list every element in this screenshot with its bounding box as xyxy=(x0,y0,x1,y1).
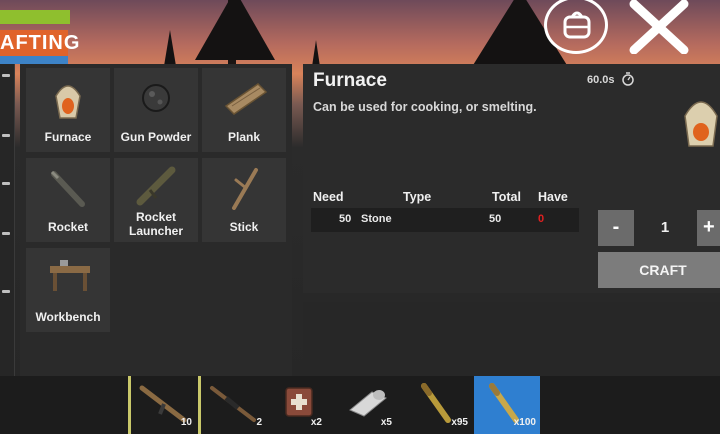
recipe-label: Stick xyxy=(229,220,259,234)
rocket-launcher-icon xyxy=(136,166,176,206)
recipe-slot-plank[interactable]: Plank xyxy=(202,68,286,152)
recipe-slot-furnace[interactable]: Furnace xyxy=(26,68,110,152)
workbench-icon xyxy=(50,260,90,291)
furnace-icon xyxy=(684,101,718,147)
recipe-detail-panel: Furnace Can be used for cooking, or smel… xyxy=(303,64,720,293)
stick-icon xyxy=(232,168,258,210)
hotbar-count: x100 xyxy=(513,417,536,428)
bandage-icon xyxy=(349,390,387,417)
recipe-label: Plank xyxy=(227,130,260,144)
category-column[interactable] xyxy=(0,64,15,376)
craft-button[interactable]: CRAFT xyxy=(598,252,720,288)
category-icon[interactable] xyxy=(2,74,10,77)
rocket-icon xyxy=(50,170,85,207)
craft-queue-panel xyxy=(303,302,720,376)
plank-icon xyxy=(224,83,268,115)
stopwatch-icon xyxy=(622,72,634,86)
medkit-icon xyxy=(285,387,313,417)
requirement-row: 50 Stone 50 0 xyxy=(311,208,579,232)
hotbar-count: 2 xyxy=(256,417,262,428)
quantity-value[interactable]: 1 xyxy=(653,219,677,236)
category-icon[interactable] xyxy=(2,232,10,235)
gunpowder-icon xyxy=(142,84,170,112)
hotbar-slot[interactable]: x5 xyxy=(338,376,406,434)
column-header-total: Total xyxy=(492,190,521,204)
tab-indicator xyxy=(0,56,68,64)
category-icon[interactable] xyxy=(2,290,10,293)
backpack-icon xyxy=(563,11,591,39)
bolt-rifle-icon xyxy=(210,386,256,422)
crafting-tab[interactable]: AFTING xyxy=(0,30,79,56)
hotbar-slot[interactable]: 2 xyxy=(198,376,266,434)
recipe-label: Rocket xyxy=(47,220,88,234)
recipe-description: Can be used for cooking, or smelting. xyxy=(313,100,537,114)
craft-time: 60.0s xyxy=(587,74,615,86)
hotbar-slot-selected[interactable]: x100 xyxy=(474,376,540,434)
requirement-total: 50 xyxy=(489,213,502,225)
durability-bar xyxy=(128,376,131,434)
hotbar-slot[interactable]: 10 xyxy=(128,376,196,434)
recipe-label: Workbench xyxy=(35,310,101,324)
recipe-slot-rocket-launcher[interactable]: Rocket Launcher xyxy=(114,158,198,242)
hotbar-count: 10 xyxy=(180,417,192,428)
recipe-label: Rocket Launcher xyxy=(128,210,183,238)
health-bar xyxy=(0,10,70,24)
durability-bar xyxy=(198,376,201,434)
requirement-have: 0 xyxy=(538,213,545,225)
recipe-slot-workbench[interactable]: Workbench xyxy=(26,248,110,332)
rifle-ammo-icon xyxy=(421,383,451,423)
quantity-increase-button[interactable]: + xyxy=(697,210,720,246)
column-header-need: Need xyxy=(313,190,344,204)
recipe-slot-gun-powder[interactable]: Gun Powder xyxy=(114,68,198,152)
furnace-icon xyxy=(55,85,81,119)
recipe-grid: Furnace Gun Powder Plank Rocket Rocket L… xyxy=(20,64,292,376)
quantity-decrease-button[interactable]: - xyxy=(598,210,634,246)
close-icon[interactable] xyxy=(628,0,690,54)
requirement-type: Stone xyxy=(361,213,392,225)
category-icon[interactable] xyxy=(2,182,10,185)
hotbar-count: x5 xyxy=(380,417,392,428)
recipe-title: Furnace xyxy=(313,70,387,91)
hotbar-count: x2 xyxy=(310,417,322,428)
requirement-need: 50 xyxy=(339,213,352,225)
hotbar-slot[interactable]: x2 xyxy=(268,376,336,434)
recipe-label: Gun Powder xyxy=(120,130,192,144)
category-icon[interactable] xyxy=(2,134,10,137)
hotbar: 10 2 x2 x5 x95 x100 xyxy=(0,376,720,434)
recipe-slot-stick[interactable]: Stick xyxy=(202,158,286,242)
column-header-have: Have xyxy=(538,190,568,204)
recipe-label: Furnace xyxy=(44,130,92,144)
hotbar-count: x95 xyxy=(451,417,468,428)
hotbar-slot[interactable]: x95 xyxy=(404,376,472,434)
column-header-type: Type xyxy=(403,190,432,204)
recipe-slot-rocket[interactable]: Rocket xyxy=(26,158,110,242)
